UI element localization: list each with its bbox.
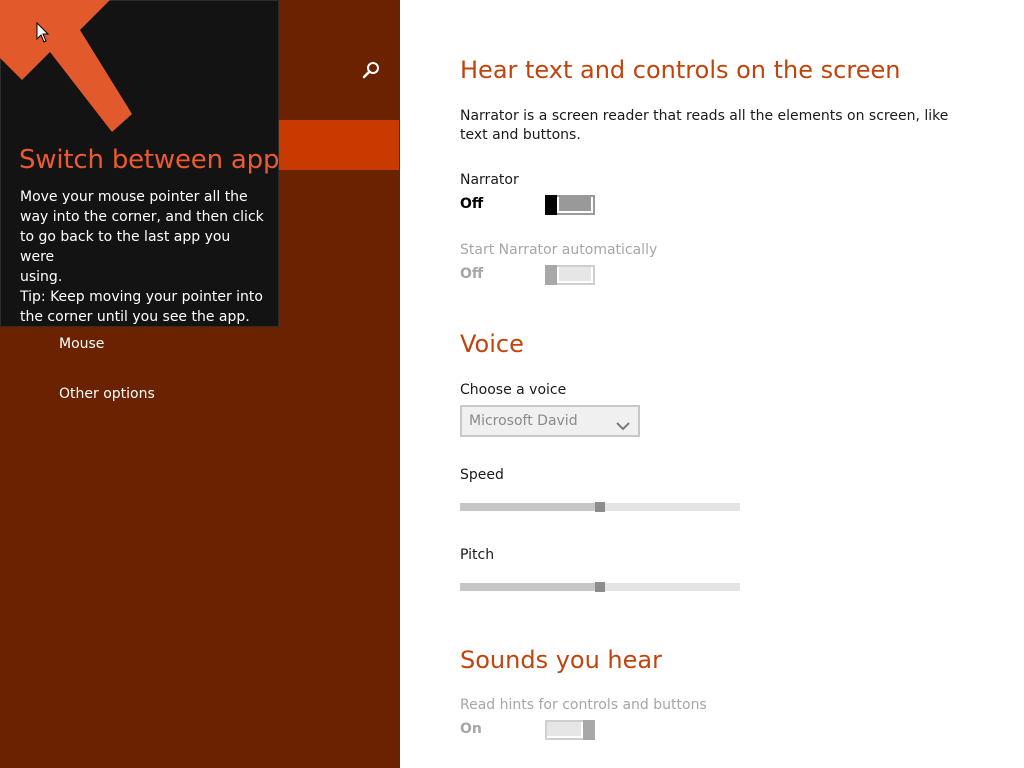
narrator-state: Off — [460, 196, 484, 212]
speed-slider[interactable] — [460, 502, 740, 512]
tip-line: Move your mouse pointer all the — [20, 189, 248, 205]
tip-body: Move your mouse pointer all the way into… — [20, 187, 265, 327]
read-hints-state: On — [460, 721, 482, 737]
tip-line: way into the corner, and then click — [20, 209, 264, 225]
start-narrator-auto-toggle[interactable] — [545, 265, 595, 285]
tip-title: Switch between apps — [19, 145, 279, 175]
chevron-down-icon — [616, 416, 630, 431]
corner-arrow-icon — [0, 0, 150, 140]
voice-select-value: Microsoft David — [469, 413, 578, 429]
pitch-label: Pitch — [460, 547, 495, 563]
tip-line: the corner until you see the app. — [20, 309, 250, 325]
sounds-section-title: Sounds you hear — [460, 646, 662, 674]
tip-line: to go back to the last app you were — [20, 229, 231, 265]
start-narrator-auto-label: Start Narrator automatically — [460, 242, 658, 258]
slider-fill — [460, 583, 600, 591]
slider-thumb[interactable] — [595, 502, 605, 512]
tip-line: using. — [20, 269, 63, 285]
switch-apps-tip: Switch between apps Move your mouse poin… — [0, 0, 279, 327]
voice-select[interactable]: Microsoft David — [460, 405, 640, 437]
toggle-thumb — [545, 195, 557, 215]
sidebar-item-mouse[interactable]: Mouse — [59, 336, 104, 352]
slider-fill — [460, 503, 600, 511]
toggle-fill — [547, 722, 581, 736]
hear-section-title: Hear text and controls on the screen — [460, 56, 901, 84]
tip-line: Tip: Keep moving your pointer into — [20, 289, 263, 305]
narrator-settings-panel: Hear text and controls on the screen Nar… — [400, 0, 1024, 768]
read-hints-toggle[interactable] — [545, 720, 595, 740]
mouse-cursor-icon — [36, 21, 50, 44]
toggle-fill — [559, 267, 591, 281]
speed-label: Speed — [460, 467, 504, 483]
slider-thumb[interactable] — [595, 582, 605, 592]
sidebar-item-selected[interactable] — [279, 120, 399, 170]
sidebar-item-other-options[interactable]: Other options — [59, 386, 155, 402]
choose-voice-label: Choose a voice — [460, 382, 567, 398]
start-narrator-auto-state: Off — [460, 266, 484, 282]
narrator-toggle[interactable] — [545, 195, 595, 215]
narrator-description: Narrator is a screen reader that reads a… — [460, 108, 949, 143]
toggle-thumb — [583, 720, 595, 740]
narrator-label: Narrator — [460, 172, 519, 188]
search-icon[interactable] — [359, 58, 383, 82]
voice-section-title: Voice — [460, 330, 524, 358]
toggle-thumb — [545, 265, 557, 285]
read-hints-label: Read hints for controls and buttons — [460, 697, 707, 713]
pitch-slider[interactable] — [460, 582, 740, 592]
toggle-fill — [559, 197, 591, 211]
